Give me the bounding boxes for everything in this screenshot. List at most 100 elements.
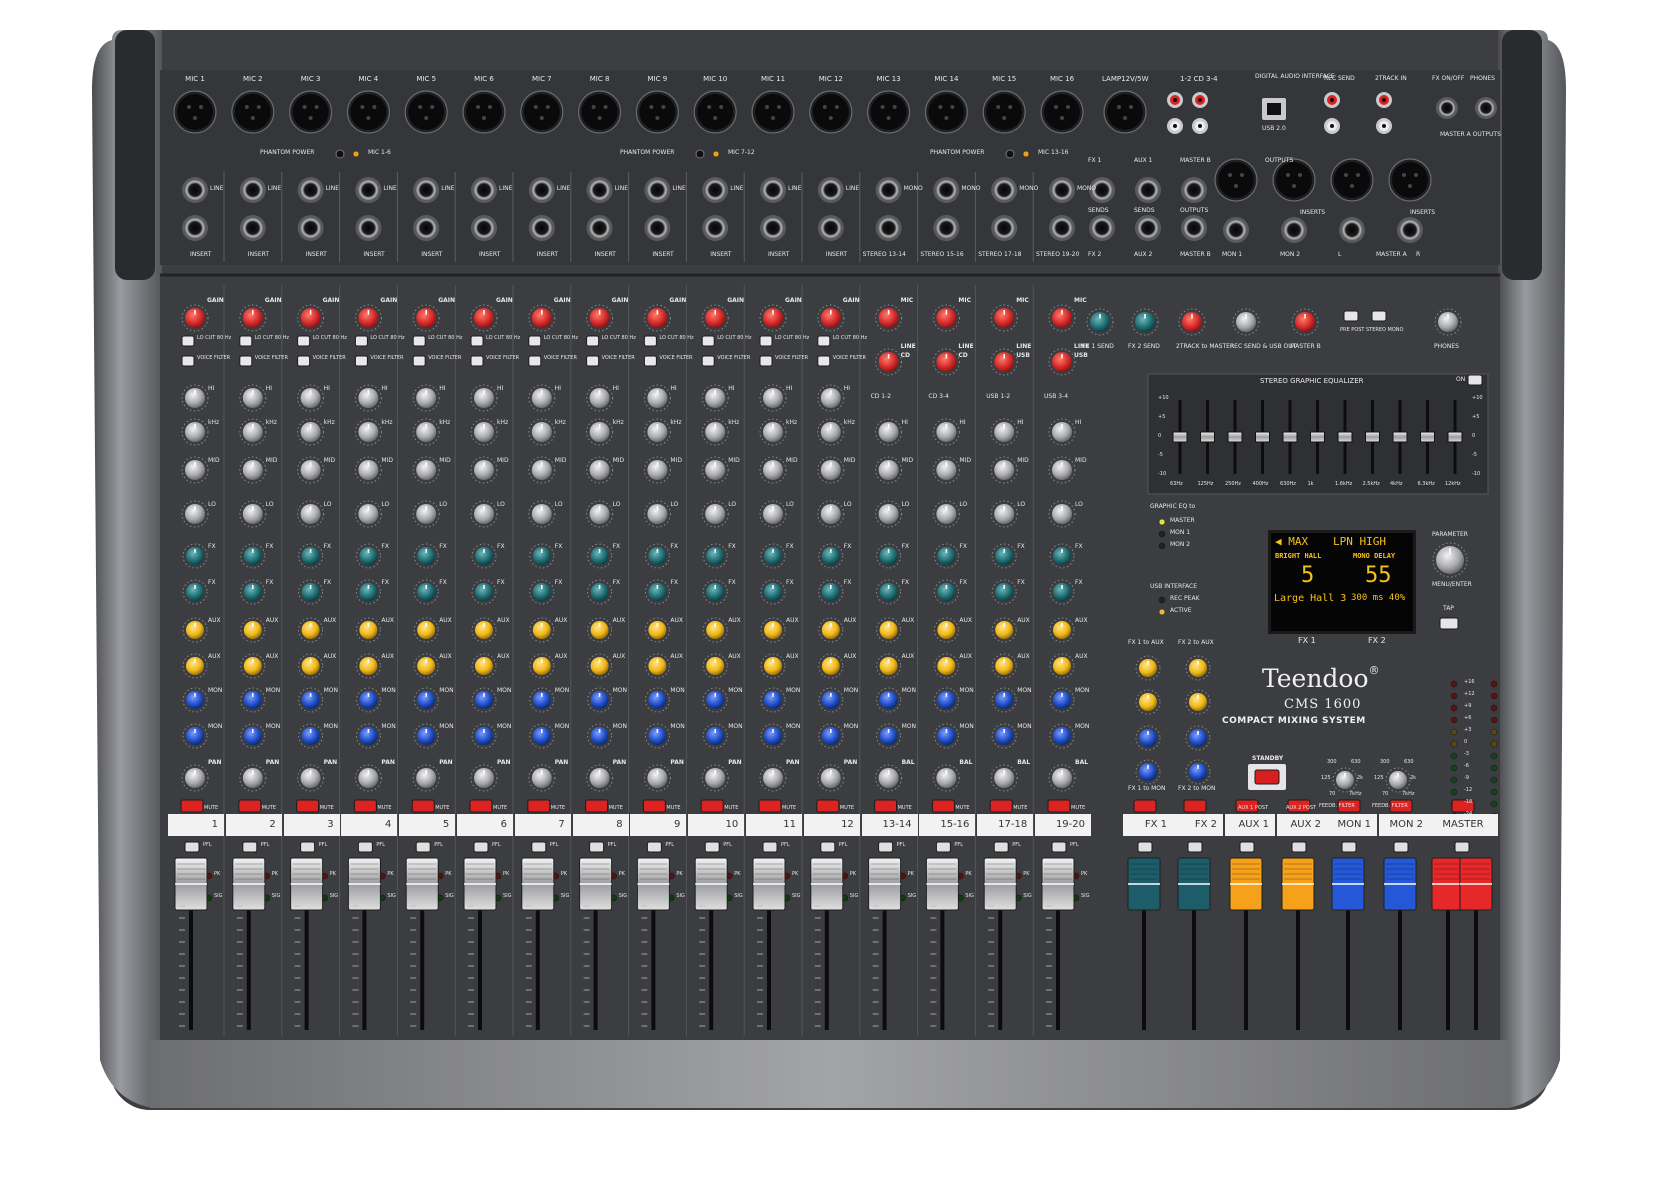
bus-3-pfl-button[interactable] [1239,841,1255,853]
channel-9-locut-button[interactable] [643,335,657,347]
channel-12-locut-button[interactable] [817,335,831,347]
xlr-output-2[interactable] [1272,158,1316,202]
channel-8-pfl-button[interactable] [589,841,605,853]
channel-4-mute-button[interactable] [353,799,377,813]
mic-input-4-xlr-socket[interactable] [350,94,387,130]
send-3-bottom-jack[interactable] [1181,215,1207,241]
channel-4-pfl-button[interactable] [357,841,373,853]
channel-3-mute-button[interactable] [296,799,320,813]
xlr-insert-jack-2-socket[interactable] [1283,219,1305,241]
channel-16-mute-button[interactable] [1047,799,1071,813]
mic-input-11-xlr-socket[interactable] [755,94,791,130]
line-input-5-jack[interactable] [413,177,440,203]
line-input-16-jack[interactable] [1049,177,1075,203]
fx-footswitch-jack-socket[interactable] [1438,99,1456,117]
cd-1-2-rca-r[interactable] [1167,92,1183,108]
mic-input-3-xlr[interactable] [289,90,333,134]
channel-12-pfl-button[interactable] [820,841,836,853]
tap-button[interactable] [1439,617,1459,630]
stereo-13-jack[interactable] [875,215,902,241]
channel-2-pfl-button[interactable] [242,841,258,853]
insert-6-jack[interactable] [471,215,497,241]
rec-send-rca-l[interactable] [1324,118,1340,134]
xlr-insert-jack-4-socket[interactable] [1399,219,1421,241]
line-input-1-jack-socket[interactable] [184,179,206,201]
geq-band-9-slider[interactable] [1392,431,1408,443]
channel-16-pfl-button[interactable] [1051,841,1067,853]
fx-footswitch-jack[interactable] [1436,97,1458,119]
insert-3-jack[interactable] [297,215,324,241]
channel-5-mute-button[interactable] [411,799,435,813]
xlr-output-2-socket[interactable] [1276,162,1312,198]
phantom-switch-3[interactable] [1005,149,1015,159]
standby-button[interactable] [1254,769,1280,785]
send-1-bottom-jack-socket[interactable] [1091,217,1113,239]
insert-9-jack-socket[interactable] [646,217,669,239]
line-input-8-jack[interactable] [586,177,613,203]
xlr-insert-jack-2[interactable] [1281,217,1307,243]
insert-8-jack-socket[interactable] [588,217,611,239]
mic-input-15-xlr-socket[interactable] [986,94,1023,130]
phantom-switch-1[interactable] [335,149,345,159]
channel-2-locut-button[interactable] [239,335,253,347]
line-input-4-jack-socket[interactable] [357,179,380,201]
mic-input-16-xlr[interactable] [1040,90,1084,134]
geq-band-7-slider[interactable] [1337,431,1353,443]
bus-6-pfl-button[interactable] [1393,841,1409,853]
stereo-15-jack-socket[interactable] [993,217,1016,239]
line-input-13-jack[interactable] [875,177,902,203]
channel-2-mute-button[interactable] [238,799,262,813]
geq-band-4-slider[interactable] [1255,431,1270,443]
insert-1-jack[interactable] [182,215,208,241]
line-input-11-jack-socket[interactable] [762,179,784,201]
bus-1-pfl-button[interactable] [1137,841,1153,853]
geq-band-11-slider[interactable] [1447,431,1463,443]
cd-1-2-rca-l[interactable] [1167,118,1183,134]
insert-4-jack-socket[interactable] [357,217,380,239]
stereo-15-jack[interactable] [991,215,1018,241]
send-2-bottom-jack-socket[interactable] [1137,217,1159,239]
channel-6-locut-button[interactable] [470,335,484,347]
mic-input-13-xlr[interactable] [866,90,911,134]
mic-input-7-xlr-socket[interactable] [523,94,560,130]
channel-13-pfl-button[interactable] [878,841,894,853]
xlr-output-3-socket[interactable] [1334,162,1370,198]
line-input-15-jack[interactable] [991,177,1018,203]
insert-5-jack-socket[interactable] [415,217,438,239]
channel-10-mute-button[interactable] [700,799,724,813]
channel-7-mute-button[interactable] [527,799,551,813]
channel-1-mute-button[interactable] [180,799,204,813]
channel-9-pfl-button[interactable] [646,841,662,853]
mic-input-1-xlr[interactable] [173,90,217,134]
geq-band-3-slider[interactable] [1227,431,1243,443]
channel-5-voice-filter-button[interactable] [412,355,426,367]
rec-send-rca-r[interactable] [1324,92,1340,108]
insert-10-jack-socket[interactable] [704,217,727,239]
insert-10-jack[interactable] [702,215,729,241]
xlr-insert-jack-3[interactable] [1339,217,1365,243]
xlr-output-3[interactable] [1330,158,1374,202]
line-input-1-jack[interactable] [182,177,208,203]
channel-7-voice-filter-button[interactable] [528,355,542,367]
lamp-xlr-socket[interactable] [1107,94,1143,130]
insert-6-jack-socket[interactable] [473,217,495,239]
insert-2-jack[interactable] [239,215,266,241]
xlr-insert-jack-1[interactable] [1223,217,1249,243]
xlr-output-1-socket[interactable] [1218,162,1254,198]
insert-3-jack-socket[interactable] [299,217,322,239]
insert-11-jack-socket[interactable] [762,217,784,239]
mic-input-6-xlr[interactable] [462,90,506,134]
channel-6-voice-filter-button[interactable] [470,355,484,367]
geq-band-2-slider[interactable] [1200,431,1215,443]
line-input-16-jack-socket[interactable] [1051,179,1073,201]
cd-3-4-rca-l[interactable] [1192,118,1208,134]
insert-7-jack[interactable] [528,215,555,241]
line-input-11-jack[interactable] [760,177,786,203]
lamp-xlr[interactable] [1103,90,1147,134]
mic-input-5-xlr-socket[interactable] [408,94,445,130]
mic-input-8-xlr[interactable] [577,90,622,134]
channel-8-voice-filter-button[interactable] [586,355,600,367]
mic-input-9-xlr[interactable] [635,90,680,134]
mic-input-14-xlr[interactable] [924,90,969,134]
channel-1-pfl-button[interactable] [184,841,200,853]
